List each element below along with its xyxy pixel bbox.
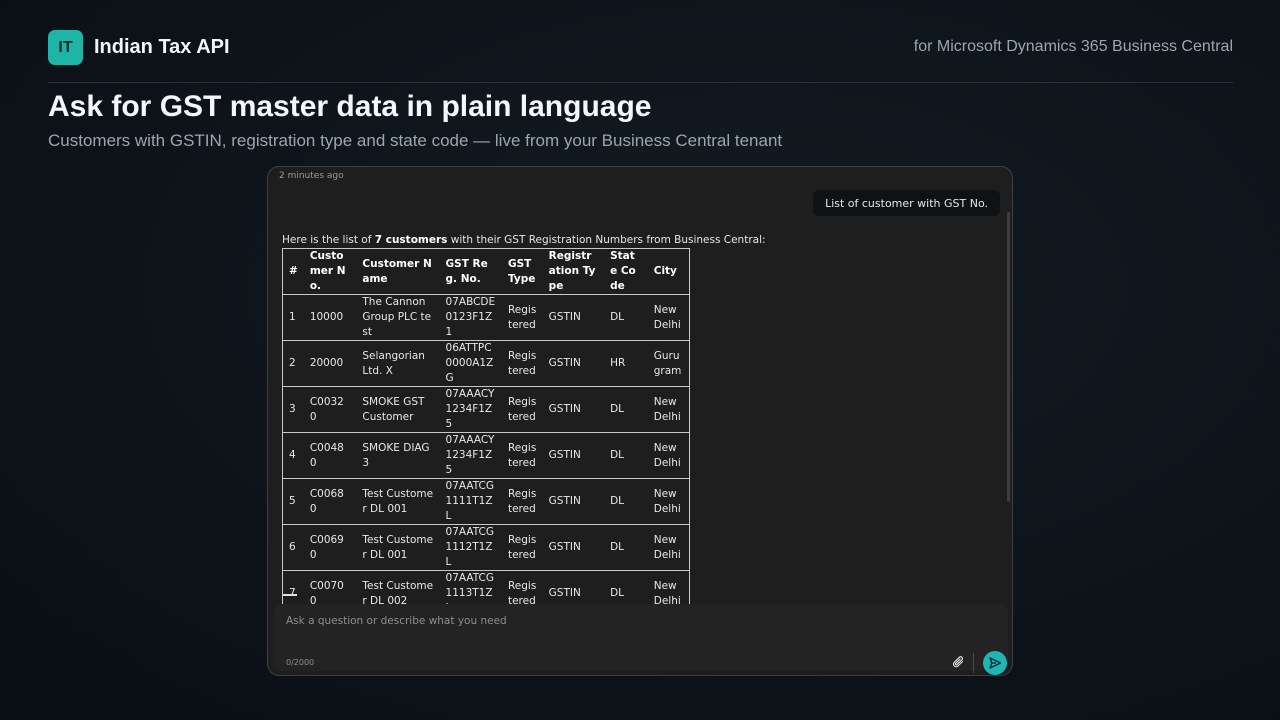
brand-logo: IT: [48, 30, 83, 65]
table-cell: New Delhi: [647, 432, 690, 479]
chat-scrollbar[interactable]: [1007, 212, 1010, 502]
table-cell: 6: [282, 524, 304, 571]
table-cell: 07AAACY1234F1Z5: [439, 432, 502, 479]
table-cell: GSTIN: [542, 386, 605, 433]
table-cell: Selangorian Ltd. X: [356, 340, 440, 387]
table-cell: New Delhi: [647, 478, 690, 525]
column-header: #: [282, 248, 304, 295]
table-cell: 07ABCDE0123F1Z1: [439, 294, 502, 341]
chat-window: 2 minutes ago List of customer with GST …: [267, 166, 1013, 676]
table-cell: The Cannon Group PLC test: [356, 294, 440, 341]
table-row: 5 C00680 Test Customer DL 001 07AATCG1111T1…: [282, 478, 690, 525]
table-cell: New Delhi: [647, 386, 690, 433]
table-cell: Gurugram: [647, 340, 690, 387]
table-cell: New Delhi: [647, 294, 690, 341]
table-cell: C00320: [303, 386, 357, 433]
table-cell: DL: [604, 432, 648, 479]
column-header: Registration Type: [542, 248, 605, 295]
chat-composer: 0/2000: [274, 604, 1008, 675]
table-cell: DL: [604, 524, 648, 571]
table-cell: DL: [604, 294, 648, 341]
column-header: Customer No.: [303, 248, 357, 295]
table-body: 1 10000 The Cannon Group PLC test 07ABCDE01…: [282, 294, 690, 617]
send-icon: [989, 657, 1002, 669]
table-cell: DL: [604, 478, 648, 525]
column-header: GST Type: [501, 248, 543, 295]
table-cell: 07AATCG1112T1ZL: [439, 524, 502, 571]
table-cell: 3: [282, 386, 304, 433]
header-divider: [48, 82, 1233, 83]
answer-prefix: Here is the list of: [282, 234, 375, 246]
answer-suffix: with their GST Registration Numbers from…: [447, 234, 766, 246]
message-timestamp: 2 minutes ago: [279, 171, 344, 181]
header-tagline: for Microsoft Dynamics 365 Business Cent…: [913, 38, 1233, 55]
table-cell: 1: [282, 294, 304, 341]
table-cell: Test Customer DL 001: [356, 478, 440, 525]
table-cell: Registered: [501, 524, 543, 571]
character-counter: 0/2000: [286, 658, 315, 667]
table-cell: C00480: [303, 432, 357, 479]
table-cell: GSTIN: [542, 294, 605, 341]
table-cell: HR: [604, 340, 648, 387]
table-row: 3 C00320 SMOKE GST Customer 07AAACY1234F1Z5…: [282, 386, 690, 433]
column-header: Customer Name: [356, 248, 440, 295]
answer-count: 7 customers: [374, 234, 448, 246]
table-cell: 06ATTPC0000A1ZG: [439, 340, 502, 387]
table-cell: 07AATCG1111T1ZL: [439, 478, 502, 525]
table-cell: Test Customer DL 001: [356, 524, 440, 571]
column-header: GST Reg. No.: [439, 248, 502, 295]
page-title: Ask for GST master data in plain languag…: [48, 90, 652, 123]
table-cell: 4: [282, 432, 304, 479]
table-cell: GSTIN: [542, 478, 605, 525]
table-cell: C00680: [303, 478, 357, 525]
page-subtitle: Customers with GSTIN, registration type …: [48, 131, 783, 150]
streaming-cursor: [283, 594, 297, 596]
table-cell: New Delhi: [647, 524, 690, 571]
table-row: 1 10000 The Cannon Group PLC test 07ABCDE01…: [282, 294, 690, 341]
table-row: 2 20000 Selangorian Ltd. X 06ATTPC0000A1ZG R…: [282, 340, 690, 387]
composer-separator: [973, 653, 974, 673]
brand-name: Indian Tax API: [94, 36, 230, 58]
table-cell: GSTIN: [542, 524, 605, 571]
send-button[interactable]: [983, 651, 1007, 675]
table-cell: 2: [282, 340, 304, 387]
table-cell: 07AAACY1234F1Z5: [439, 386, 502, 433]
table-cell: GSTIN: [542, 340, 605, 387]
table-row: 6 C00690 Test Customer DL 001 07AATCG1112T1…: [282, 524, 690, 571]
table-cell: C00690: [303, 524, 357, 571]
user-message-bubble: List of customer with GST No.: [813, 190, 1000, 216]
table-cell: Registered: [501, 432, 543, 479]
table-cell: GSTIN: [542, 432, 605, 479]
table-header-row: # Customer No. Customer Name GST Reg. No. GS…: [282, 248, 690, 295]
page-header: IT Indian Tax API for Microsoft Dynamics…: [48, 30, 1233, 66]
column-header: City: [647, 248, 690, 295]
table-cell: Registered: [501, 386, 543, 433]
table-cell: 10000: [303, 294, 357, 341]
assistant-answer-intro: Here is the list of 7 customers with the…: [282, 234, 766, 246]
table-cell: Registered: [501, 478, 543, 525]
gst-customer-table: # Customer No. Customer Name GST Reg. No. GS…: [282, 248, 690, 617]
paperclip-icon[interactable]: [951, 654, 967, 670]
table-cell: Registered: [501, 294, 543, 341]
table-cell: 5: [282, 478, 304, 525]
chat-input[interactable]: [286, 612, 886, 630]
column-header: State Code: [604, 248, 648, 295]
table-cell: 20000: [303, 340, 357, 387]
table-cell: Registered: [501, 340, 543, 387]
table-cell: SMOKE GST Customer: [356, 386, 440, 433]
table-row: 4 C00480 SMOKE DIAG3 07AAACY1234F1Z5 Registe…: [282, 432, 690, 479]
table-cell: SMOKE DIAG3: [356, 432, 440, 479]
table-cell: DL: [604, 386, 648, 433]
